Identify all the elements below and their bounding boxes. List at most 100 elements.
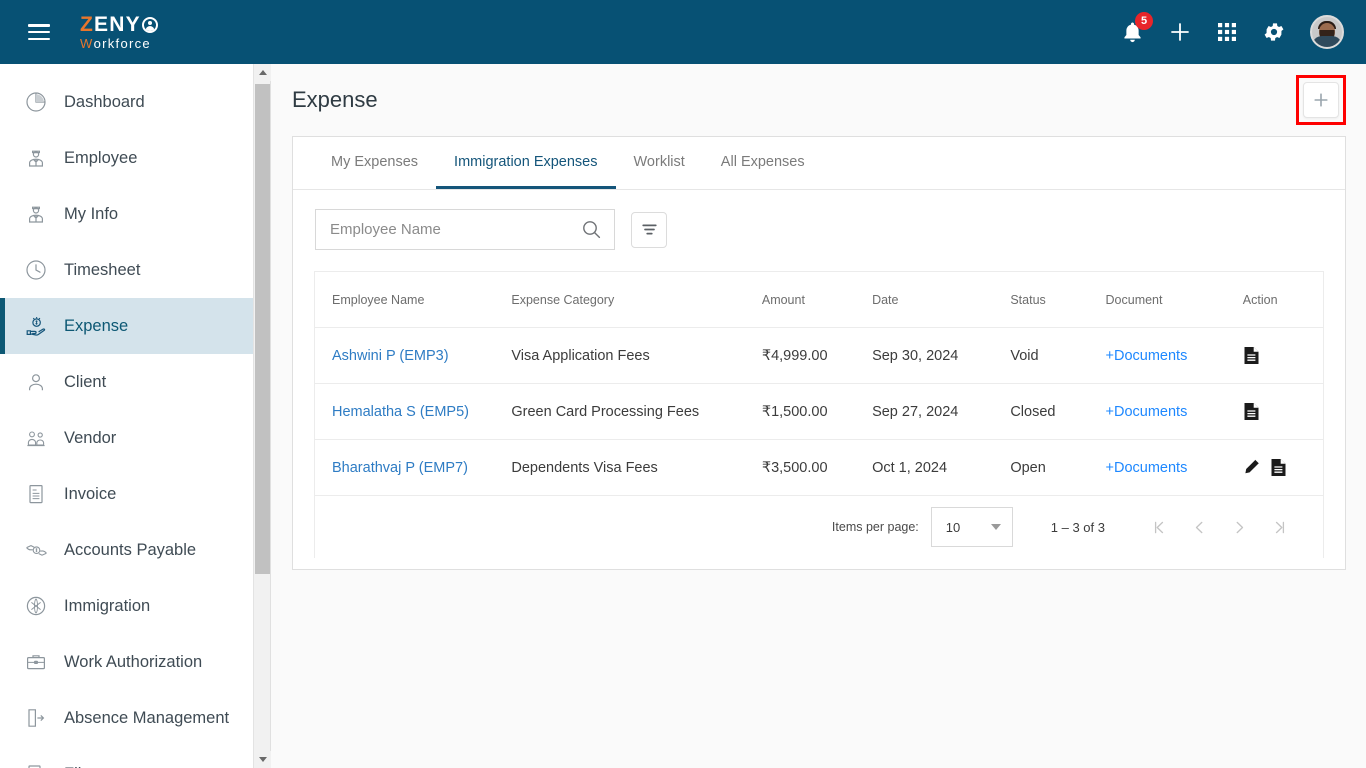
notification-count-badge: 5 bbox=[1135, 11, 1153, 30]
table-paginator: Items per page: 10 1 – 3 of 3 bbox=[315, 496, 1323, 558]
add-documents-link[interactable]: +Documents bbox=[1106, 348, 1188, 364]
cell-expense-category: Dependents Visa Fees bbox=[511, 439, 762, 496]
vendor-icon bbox=[23, 425, 49, 451]
globe-plane-icon bbox=[23, 593, 49, 619]
cell-amount: ₹1,500.00 bbox=[761, 383, 873, 440]
scroll-up-arrow-icon[interactable] bbox=[254, 64, 271, 81]
logo-text-w: W bbox=[80, 36, 94, 51]
sidebar-item-label: Dashboard bbox=[64, 92, 145, 111]
cell-document: +Documents bbox=[1105, 383, 1243, 440]
logo-top-row: Z ENY bbox=[80, 14, 158, 35]
add-documents-link[interactable]: +Documents bbox=[1106, 404, 1188, 420]
sidebar-item-absence-management[interactable]: Absence Management bbox=[0, 690, 253, 746]
cell-employee-name: Ashwini P (EMP3) bbox=[315, 327, 512, 384]
filter-icon bbox=[641, 224, 657, 235]
last-page-button[interactable] bbox=[1259, 507, 1299, 547]
page-header: Expense bbox=[271, 64, 1366, 136]
files-icon bbox=[23, 761, 49, 768]
sidebar-item-dashboard[interactable]: Dashboard bbox=[0, 74, 253, 130]
sidebar-item-timesheet[interactable]: Timesheet bbox=[0, 242, 253, 298]
sidebar-item-list: Dashboard Employee My Info Timesheet Exp… bbox=[0, 64, 253, 768]
pie-chart-icon bbox=[23, 89, 49, 115]
settings-gear-icon[interactable] bbox=[1262, 20, 1286, 44]
table-row: Ashwini P (EMP3) Visa Application Fees ₹… bbox=[315, 327, 1323, 384]
invoice-document-icon bbox=[23, 481, 49, 507]
items-per-page-select[interactable]: 10 bbox=[930, 507, 1013, 547]
document-icon[interactable] bbox=[1270, 458, 1287, 477]
sidebar-item-accounts-payable[interactable]: Accounts Payable bbox=[0, 522, 253, 578]
sidebar-item-expense[interactable]: Expense bbox=[0, 298, 253, 354]
accounts-payable-icon bbox=[23, 537, 49, 563]
tab-immigration-expenses[interactable]: Immigration Expenses bbox=[436, 137, 616, 189]
plus-icon bbox=[1314, 93, 1328, 107]
sidebar-item-label: Invoice bbox=[64, 484, 117, 503]
items-per-page-label: Items per page: bbox=[831, 520, 919, 534]
sidebar-item-label: Employee bbox=[64, 148, 138, 167]
employee-name-link[interactable]: Bharathvaj P (EMP7) bbox=[332, 460, 468, 476]
table-row: Bharathvaj P (EMP7) Dependents Visa Fees… bbox=[315, 439, 1323, 496]
items-per-page-value: 10 bbox=[945, 519, 961, 535]
sidebar-item-label: Timesheet bbox=[64, 260, 141, 279]
notifications-bell-icon[interactable]: 5 bbox=[1121, 11, 1153, 45]
cell-amount: ₹4,999.00 bbox=[761, 327, 873, 384]
previous-page-button[interactable] bbox=[1179, 507, 1219, 547]
tab-worklist[interactable]: Worklist bbox=[616, 137, 703, 189]
absence-door-icon bbox=[23, 705, 49, 731]
cell-status: Closed bbox=[1010, 383, 1106, 440]
cell-expense-category: Visa Application Fees bbox=[511, 327, 762, 384]
hamburger-bar bbox=[28, 24, 50, 27]
sidebar-item-my-info[interactable]: My Info bbox=[0, 186, 253, 242]
sidebar-item-client[interactable]: Client bbox=[0, 354, 253, 410]
employee-name-link[interactable]: Ashwini P (EMP3) bbox=[332, 348, 449, 364]
action-buttons bbox=[1243, 346, 1323, 365]
user-avatar[interactable] bbox=[1310, 15, 1344, 49]
document-icon[interactable] bbox=[1243, 402, 1260, 421]
expense-hand-money-icon bbox=[23, 313, 49, 339]
person-icon bbox=[23, 369, 49, 395]
hamburger-menu-icon[interactable] bbox=[28, 24, 50, 40]
tab-all-expenses[interactable]: All Expenses bbox=[703, 137, 823, 189]
add-expense-button[interactable] bbox=[1303, 82, 1339, 118]
add-documents-link[interactable]: +Documents bbox=[1106, 460, 1188, 476]
cell-date: Sep 30, 2024 bbox=[872, 327, 1011, 384]
cell-employee-name: Bharathvaj P (EMP7) bbox=[315, 439, 512, 496]
briefcase-icon bbox=[23, 649, 49, 675]
first-page-button[interactable] bbox=[1139, 507, 1179, 547]
scroll-down-arrow-icon[interactable] bbox=[254, 751, 271, 768]
search-icon[interactable] bbox=[581, 219, 602, 240]
app-header: Z ENY W orkforce 5 bbox=[0, 0, 1366, 64]
scrollbar-thumb[interactable] bbox=[255, 84, 270, 574]
pagination-range-label: 1 – 3 of 3 bbox=[1050, 519, 1105, 535]
cell-status: Open bbox=[1010, 439, 1106, 496]
search-input[interactable] bbox=[330, 221, 581, 238]
sidebar-item-immigration[interactable]: Immigration bbox=[0, 578, 253, 634]
app-logo[interactable]: Z ENY W orkforce bbox=[80, 14, 158, 50]
page-title: Expense bbox=[292, 87, 378, 112]
filter-button[interactable] bbox=[631, 211, 667, 248]
next-page-button[interactable] bbox=[1219, 507, 1259, 547]
sidebar-navigation: Dashboard Employee My Info Timesheet Exp… bbox=[0, 64, 254, 768]
grid-apps-icon[interactable] bbox=[1216, 21, 1238, 43]
expense-table: Employee Name Expense Category Amount Da… bbox=[315, 272, 1323, 496]
logo-text-eny: ENY bbox=[94, 13, 141, 36]
avatar-body bbox=[1312, 36, 1342, 47]
sidebar-item-work-authorization[interactable]: Work Authorization bbox=[0, 634, 253, 690]
search-box[interactable] bbox=[315, 209, 615, 250]
clock-icon bbox=[23, 257, 49, 283]
sidebar-scrollbar[interactable] bbox=[254, 64, 271, 768]
sidebar-item-label: Client bbox=[64, 372, 107, 391]
logo-text-orkforce: orkforce bbox=[93, 36, 151, 51]
tab-my-expenses[interactable]: My Expenses bbox=[313, 137, 436, 189]
sidebar-item-employee[interactable]: Employee bbox=[0, 130, 253, 186]
sidebar-item-label: My Info bbox=[64, 204, 119, 223]
document-icon[interactable] bbox=[1243, 346, 1260, 365]
column-header-status: Status bbox=[1010, 272, 1106, 328]
cell-document: +Documents bbox=[1105, 439, 1243, 496]
sidebar-item-invoice[interactable]: Invoice bbox=[0, 466, 253, 522]
add-plus-icon[interactable] bbox=[1168, 20, 1192, 44]
employee-name-link[interactable]: Hemalatha S (EMP5) bbox=[332, 404, 469, 420]
sidebar-item-vendor[interactable]: Vendor bbox=[0, 410, 253, 466]
expense-card: My Expenses Immigration Expenses Worklis… bbox=[292, 136, 1346, 570]
sidebar-item-files[interactable]: Files bbox=[0, 746, 253, 768]
edit-pencil-icon[interactable] bbox=[1243, 458, 1261, 477]
